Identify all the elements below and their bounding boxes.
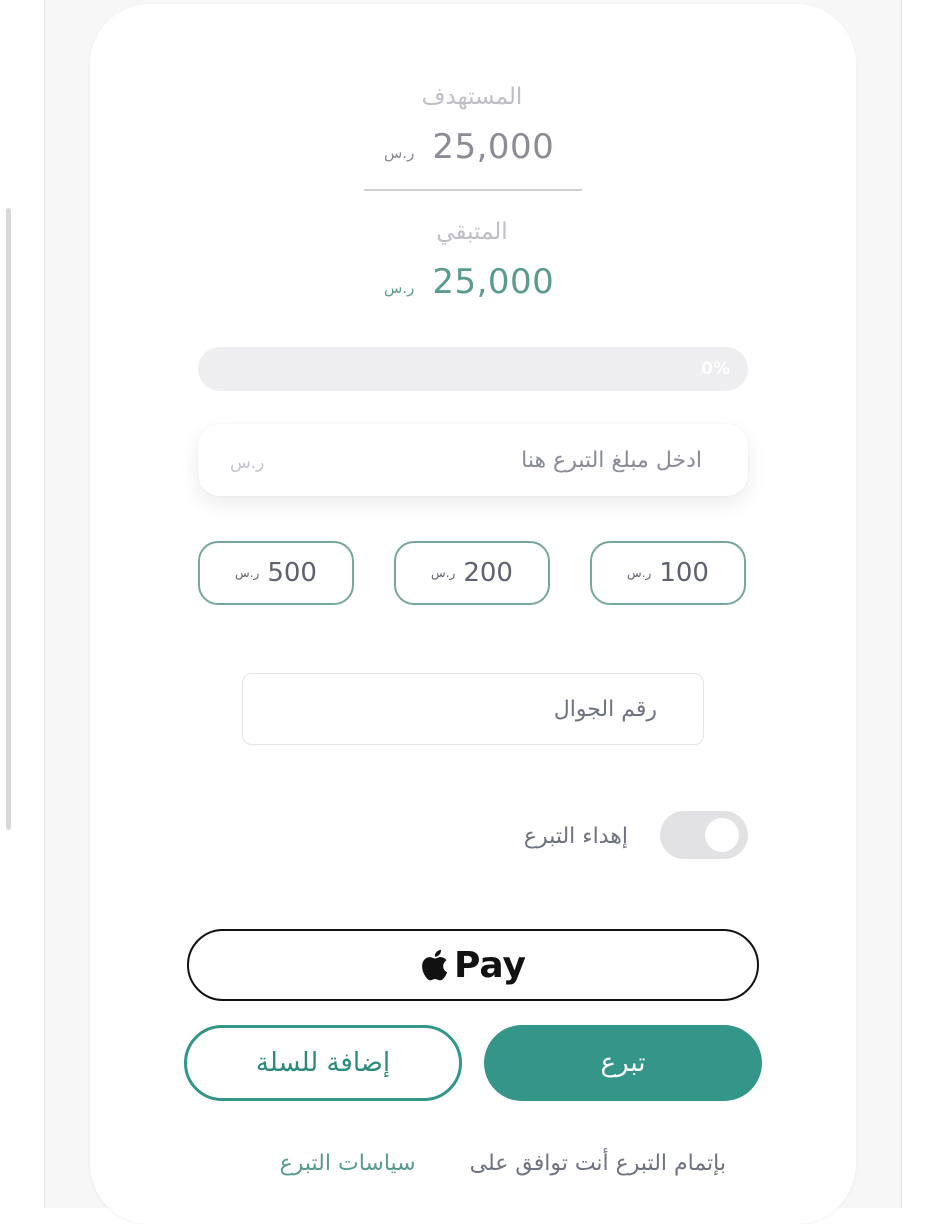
gift-donation-toggle[interactable] — [660, 811, 748, 859]
remaining-value: 25,000 — [432, 262, 555, 302]
target-value: 25,000 — [432, 127, 555, 167]
amount-placeholder: ادخل مبلغ التبرع هنا — [521, 448, 702, 473]
preset-currency: ر.س — [235, 566, 260, 580]
preset-amount-500[interactable]: ر.س 500 — [198, 541, 354, 605]
donation-amount-input[interactable]: ادخل مبلغ التبرع هنا ر.س — [198, 424, 748, 496]
terms-line: بإتمام التبرع أنت توافق على سياسات التبر… — [280, 1151, 726, 1176]
progress-bar: 0% — [198, 347, 748, 391]
donate-button[interactable]: تبرع — [484, 1025, 762, 1101]
progress-percent: 0% — [701, 359, 730, 379]
donation-policies-link[interactable]: سياسات التبرع — [280, 1151, 416, 1176]
preset-amount-200[interactable]: ر.س 200 — [394, 541, 550, 605]
target-label: المستهدف — [421, 84, 523, 110]
preset-value: 500 — [267, 558, 317, 588]
amount-currency: ر.س — [230, 453, 265, 473]
preset-currency: ر.س — [431, 566, 456, 580]
preset-amount-100[interactable]: ر.س 100 — [590, 541, 746, 605]
scrollbar[interactable] — [6, 208, 11, 830]
gift-donation-label: إهداء التبرع — [523, 824, 628, 849]
terms-text: بإتمام التبرع أنت توافق على — [469, 1151, 726, 1176]
preset-currency: ر.س — [627, 566, 652, 580]
divider — [364, 189, 582, 191]
target-currency: ر.س — [384, 144, 415, 162]
phone-input[interactable]: رقم الجوال — [242, 673, 704, 745]
remaining-amount: ر.س 25,000 — [384, 262, 554, 302]
remaining-label: المتبقي — [436, 219, 508, 245]
apple-pay-button[interactable]: Pay — [187, 929, 759, 1001]
toggle-knob — [705, 818, 739, 852]
phone-placeholder: رقم الجوال — [553, 697, 657, 722]
preset-value: 100 — [659, 558, 709, 588]
preset-value: 200 — [463, 558, 513, 588]
remaining-currency: ر.س — [384, 279, 415, 297]
apple-logo-icon — [422, 949, 448, 981]
add-to-cart-button[interactable]: إضافة للسلة — [184, 1025, 462, 1101]
target-amount: ر.س 25,000 — [384, 127, 554, 167]
apple-pay-label: Pay — [453, 944, 527, 986]
